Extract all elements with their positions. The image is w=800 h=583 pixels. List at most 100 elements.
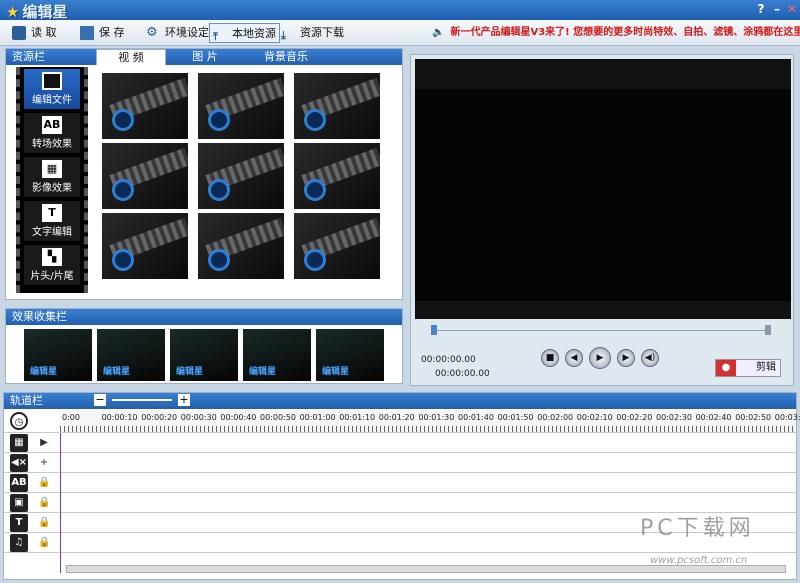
video-thumbnail[interactable] [198, 73, 284, 139]
seek-start-handle[interactable] [431, 325, 437, 335]
lock-icon[interactable]: 🔒 [38, 477, 50, 489]
help-button[interactable]: ? [754, 2, 768, 16]
audio-icon: ◀× [10, 454, 28, 472]
watermark: PC下载网 [640, 516, 755, 541]
promo-notice[interactable]: 🔈 新一代产品编辑星V3来了! 您想要的更多时尚特效、自拍、滤镜、涂鸦都在这里! [432, 24, 800, 42]
music-icon: ♫ [10, 534, 28, 552]
video-thumbnail[interactable] [294, 143, 380, 209]
settings-button[interactable]: ⚙ 环境设定 [146, 23, 209, 43]
app-title: 编辑星 [22, 3, 68, 21]
film-reel-icon [304, 109, 326, 131]
toolbar: 读 取 保 存 ⚙ 环境设定 ⤒ 本地资源 ⤓ 资源下载 🔈 新一代产品编辑星V3来了!… [0, 20, 800, 46]
lock-icon[interactable]: 🔒 [38, 517, 50, 529]
sidebar-item-transition[interactable]: AB 转场效果 [24, 113, 80, 153]
add-icon[interactable]: + [38, 457, 50, 469]
title-bar: ★ 编辑星 ? – ✕ [0, 0, 800, 21]
video-thumbnail[interactable] [198, 213, 284, 279]
effect-item[interactable]: 编辑星 [24, 329, 92, 381]
zoom-slider[interactable] [112, 399, 172, 401]
video-thumbnail[interactable] [102, 143, 188, 209]
film-reel-icon [208, 179, 230, 201]
film-icon [42, 72, 62, 90]
effect-item[interactable]: 编辑星 [243, 329, 311, 381]
sidebar-item-text-edit[interactable]: T 文字编辑 [24, 201, 80, 241]
seek-bar[interactable] [431, 325, 771, 338]
transition-icon: AB [42, 116, 62, 134]
text-icon: T [10, 514, 28, 532]
timeline-scrollbar[interactable] [66, 565, 786, 573]
effect-item[interactable]: 编辑星 [170, 329, 238, 381]
lock-icon[interactable]: 🔒 [38, 497, 50, 509]
track-video[interactable]: ▦ ▶ [4, 433, 798, 453]
sidebar-item-intro-outro[interactable]: ▚ 片头/片尾 [24, 245, 80, 285]
mic-icon: ● [716, 360, 736, 376]
next-icon: ▶ [622, 353, 630, 363]
film-reel-icon [208, 249, 230, 271]
stop-icon: ■ [545, 353, 555, 363]
video-thumbnail[interactable] [102, 213, 188, 279]
speaker-icon: ◀) [644, 353, 656, 363]
volume-button[interactable]: ◀) [641, 349, 659, 367]
tab-video[interactable]: 视 频 [96, 49, 166, 65]
film-reel-icon [208, 109, 230, 131]
timeline-title: 轨道栏 [4, 393, 796, 409]
film-reel-icon [112, 109, 134, 131]
film-icon: ▦ [10, 434, 28, 452]
video-thumbnail[interactable] [198, 143, 284, 209]
transition-icon: AB [10, 474, 28, 492]
stop-button[interactable]: ■ [541, 349, 559, 367]
read-button[interactable]: 读 取 [12, 23, 57, 43]
upload-icon: ⤒ [213, 30, 218, 43]
resource-panel: 资源栏 视 频 图 片 背景音乐 编辑文件 AB 转场效果 ▦ 影像效果 T 文字编辑… [5, 48, 403, 300]
video-thumbnail[interactable] [294, 213, 380, 279]
film-reel-icon [304, 179, 326, 201]
film-reel-icon [112, 249, 134, 271]
clock-icon: ◷ [10, 412, 28, 430]
video-thumbnail[interactable] [294, 73, 380, 139]
sidebar-item-image-effect[interactable]: ▦ 影像效果 [24, 157, 80, 197]
current-time: 00:00:00.00 [421, 355, 476, 365]
download-icon: ⤓ [281, 29, 286, 42]
playhead[interactable] [60, 433, 61, 573]
film-reel-icon [304, 249, 326, 271]
preview-screen [415, 59, 791, 319]
effect-item[interactable]: 编辑星 [97, 329, 165, 381]
watermark-url: www.pcsoft.com.cn [650, 555, 748, 566]
prev-icon: ◀ [570, 353, 578, 363]
clip-button[interactable]: ● 剪辑 [715, 359, 781, 377]
disk-icon [80, 26, 94, 40]
tab-music[interactable]: 背景音乐 [246, 49, 326, 65]
tab-image[interactable]: 图 片 [170, 49, 240, 65]
minimize-button[interactable]: – [770, 2, 784, 16]
total-time: 00:00:00.00 [435, 369, 490, 379]
local-resources-button[interactable]: ⤒ 本地资源 [209, 23, 280, 43]
film-reel-icon [112, 179, 134, 201]
play-icon[interactable]: ▶ [38, 437, 50, 449]
zoom-out-button[interactable]: − [94, 394, 106, 406]
text-icon: T [42, 204, 62, 222]
save-button[interactable]: 保 存 [80, 23, 125, 43]
close-button[interactable]: ✕ [785, 2, 799, 16]
play-button[interactable]: ▶ [589, 347, 611, 369]
intro-outro-icon: ▚ [42, 248, 62, 266]
effects-panel: 效果收集栏 编辑星 编辑星 编辑星 编辑星 编辑星 [5, 308, 403, 384]
play-icon: ▶ [596, 353, 604, 363]
ruler-row: ◷ [4, 411, 798, 433]
prev-frame-button[interactable]: ◀ [565, 349, 583, 367]
download-resources-button[interactable]: ⤓ 资源下载 [281, 23, 344, 43]
track-transition[interactable]: AB 🔒 [4, 473, 798, 493]
track-audio[interactable]: ◀× + [4, 453, 798, 473]
sidebar-item-edit-file[interactable]: 编辑文件 [24, 69, 80, 109]
image-effect-icon: ▣ [10, 494, 28, 512]
video-thumbnail[interactable] [102, 73, 188, 139]
star-icon: ★ [6, 3, 20, 21]
lock-icon[interactable]: 🔒 [38, 537, 50, 549]
next-frame-button[interactable]: ▶ [617, 349, 635, 367]
image-effect-icon: ▦ [42, 160, 62, 178]
timeline-panel: 轨道栏 − + 0:00 00:00:10 00:00:20 00:00:30 00:0… [3, 392, 800, 580]
effect-item[interactable]: 编辑星 [316, 329, 384, 381]
zoom-in-button[interactable]: + [178, 394, 190, 406]
resource-sidebar: 编辑文件 AB 转场效果 ▦ 影像效果 T 文字编辑 ▚ 片头/片尾 [16, 67, 88, 293]
seek-end-handle[interactable] [765, 325, 771, 335]
preview-panel: 00:00:00.00 00:00:00.00 ■ ◀ ▶ ▶ ◀) ● 剪辑 [410, 54, 794, 386]
